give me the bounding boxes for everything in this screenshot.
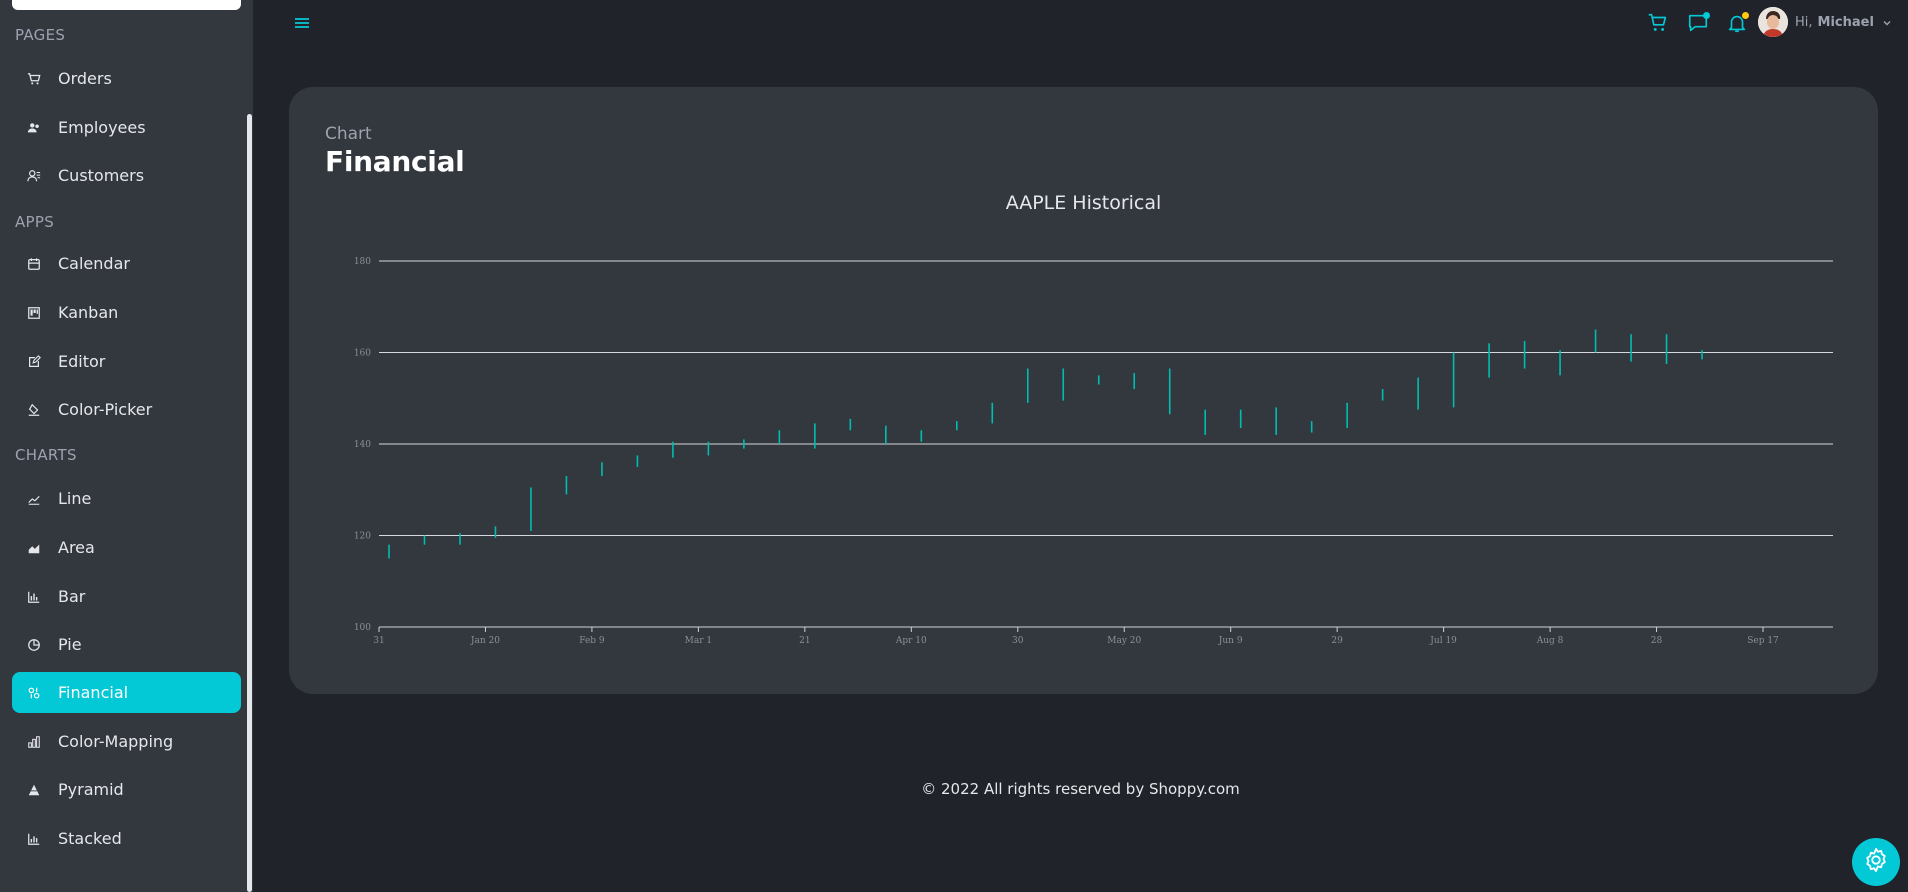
section-title-pages: PAGES (15, 26, 66, 44)
sidebar-item-label: Color-Picker (58, 400, 153, 419)
menu-icon[interactable] (292, 14, 312, 32)
x-tick-label: Mar 1 (685, 636, 712, 646)
employees-icon (24, 118, 44, 138)
greeting-text: Hi, (1795, 14, 1813, 30)
cart-icon (24, 69, 44, 89)
sidebar-item-label: Area (58, 538, 95, 557)
sidebar-search-stub[interactable] (12, 0, 241, 10)
sidebar-item-editor[interactable]: Editor (12, 341, 241, 382)
sidebar-item-kanban[interactable]: Kanban (12, 292, 241, 333)
sidebar-item-employees[interactable]: Employees (12, 107, 241, 148)
section-title-apps: APPS (15, 213, 55, 231)
sidebar-item-label: Employees (58, 118, 146, 137)
sidebar-item-pyramid[interactable]: Pyramid (12, 769, 241, 810)
y-tick-label: 100 (354, 623, 371, 633)
sidebar-item-customers[interactable]: Customers (12, 155, 241, 196)
sidebar-item-pie[interactable]: Pie (12, 624, 241, 665)
sidebar-item-label: Bar (58, 587, 86, 606)
x-tick-label: 31 (373, 636, 384, 646)
sidebar-item-label: Line (58, 489, 92, 508)
sidebar-item-label: Kanban (58, 303, 119, 322)
section-title-charts: CHARTS (15, 446, 77, 464)
x-tick-label: Jul 19 (1429, 636, 1457, 646)
x-tick-label: Jan 20 (470, 636, 500, 646)
sidebar: PAGES Orders Employees Customers APPS Ca… (0, 0, 253, 892)
edit-icon (24, 352, 44, 372)
stacked-chart-icon (24, 829, 44, 849)
kanban-icon (24, 303, 44, 323)
user-profile-menu[interactable]: Hi, Michael (1758, 6, 1892, 38)
settings-button[interactable] (1852, 838, 1900, 886)
cart-icon[interactable] (1645, 10, 1671, 36)
y-tick-label: 120 (354, 532, 371, 542)
y-tick-label: 140 (354, 440, 371, 450)
chart-card: Chart Financial AAPLE Historical 100 120 1… (289, 87, 1878, 694)
sidebar-item-calendar[interactable]: Calendar (12, 243, 241, 284)
y-tick-label: 160 (354, 349, 371, 359)
sidebar-item-orders[interactable]: Orders (12, 58, 241, 99)
avatar (1758, 7, 1788, 37)
sidebar-item-label: Pyramid (58, 780, 124, 799)
sidebar-item-stacked[interactable]: Stacked (12, 818, 241, 859)
sidebar-item-financial[interactable]: Financial (12, 672, 241, 713)
bell-icon[interactable] (1724, 10, 1750, 36)
bar-chart-icon (24, 587, 44, 607)
sidebar-scrollbar[interactable] (247, 114, 252, 892)
sidebar-item-label: Orders (58, 69, 112, 88)
x-tick-label: 29 (1331, 636, 1343, 646)
sidebar-item-label: Pie (58, 635, 82, 654)
area-chart-icon (24, 538, 44, 558)
footer-copyright: © 2022 All rights reserved by Shoppy.com (921, 780, 1240, 798)
sidebar-item-label: Color-Mapping (58, 732, 174, 751)
x-tick-label: Jun 9 (1218, 636, 1243, 646)
bell-notification-dot (1742, 12, 1749, 19)
pyramid-icon (24, 780, 44, 800)
financial-chart: 100 120 140 160 180 31 Jan 20 Feb 9 Mar 1 21 Apr 1… (354, 257, 1833, 646)
x-tick-label: Sep 17 (1747, 636, 1779, 646)
x-tick-label: Feb 9 (579, 636, 605, 646)
sidebar-item-label: Calendar (58, 254, 130, 273)
gear-icon (1862, 846, 1890, 878)
x-tick-label: Apr 10 (895, 636, 927, 646)
user-name: Michael (1817, 14, 1874, 30)
sidebar-item-color-picker[interactable]: Color-Picker (12, 389, 241, 430)
sidebar-item-label: Stacked (58, 829, 122, 848)
x-tick-label: Aug 8 (1536, 636, 1564, 646)
x-tick-label: May 20 (1107, 636, 1141, 646)
chat-icon[interactable] (1685, 10, 1711, 36)
financial-icon (24, 683, 44, 703)
sidebar-item-bar[interactable]: Bar (12, 576, 241, 617)
sidebar-item-area[interactable]: Area (12, 527, 241, 568)
calendar-icon (24, 254, 44, 274)
sidebar-item-line[interactable]: Line (12, 478, 241, 519)
line-chart-icon (24, 489, 44, 509)
x-tick-label: 28 (1651, 636, 1663, 646)
y-tick-label: 180 (354, 257, 371, 267)
customers-icon (24, 166, 44, 186)
sidebar-item-label: Financial (58, 683, 129, 702)
x-tick-label: 30 (1012, 636, 1024, 646)
x-tick-label: 21 (799, 636, 810, 646)
pie-chart-icon (24, 635, 44, 655)
chevron-down-icon (1882, 13, 1892, 32)
paint-bucket-icon (24, 400, 44, 420)
color-mapping-icon (24, 732, 44, 752)
sidebar-item-label: Editor (58, 352, 106, 371)
sidebar-item-color-mapping[interactable]: Color-Mapping (12, 721, 241, 762)
chat-notification-dot (1703, 12, 1710, 19)
sidebar-item-label: Customers (58, 166, 145, 185)
